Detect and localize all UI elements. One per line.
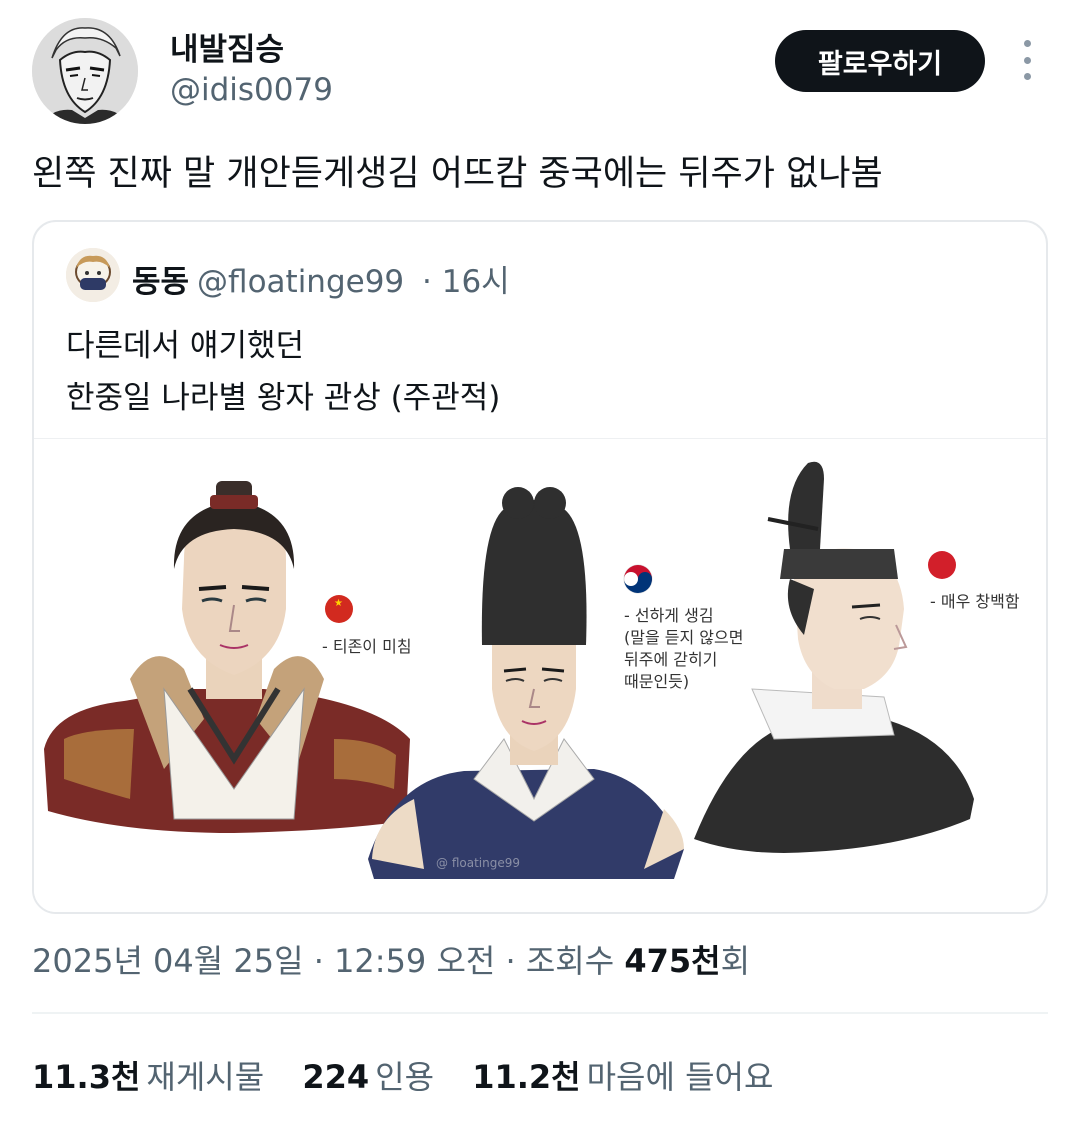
- author-handle[interactable]: @idis0079: [170, 72, 333, 108]
- princes-illustration: ★ - 티존이 미침 - 선하게 생김 (말을 듣지 않으면 뒤주에 갇히기 때…: [34, 439, 1046, 912]
- svg-text:★: ★: [334, 598, 343, 609]
- japan-label: - 매우 창백함: [930, 592, 1020, 611]
- follow-button[interactable]: 팔로우하기: [775, 30, 985, 92]
- quoted-tweet-line: 다른데서 얘기했던: [66, 328, 305, 364]
- retweets-label: 재게시물: [146, 1058, 265, 1096]
- quoted-author-avatar[interactable]: [66, 248, 120, 302]
- likes-stat[interactable]: 11.2천 마음에 들어요: [472, 1058, 773, 1096]
- korea-label-line: 때문인듯): [624, 672, 689, 691]
- quoted-tweet-line: 한중일 나라별 왕자 관상 (주관적): [66, 380, 501, 416]
- author-name[interactable]: 내발짐승: [170, 24, 284, 69]
- quoted-tweet-text: 다른데서 얘기했던 한중일 나라별 왕자 관상 (주관적): [66, 320, 500, 424]
- more-dot: [1023, 73, 1031, 80]
- quotes-count: 224: [302, 1058, 370, 1096]
- quoted-tweet-image[interactable]: ★ - 티존이 미침 - 선하게 생김 (말을 듣지 않으면 뒤주에 갇히기 때…: [34, 438, 1046, 912]
- quoted-tweet-card[interactable]: 동동 @floatinge99 · 16시 다른데서 얘기했던 한중일 나라별 왕…: [32, 220, 1048, 914]
- views-prefix: 조회수: [525, 942, 625, 980]
- likes-label: 마음에 들어요: [586, 1058, 774, 1096]
- tweet-timestamp: 2025년 04월 25일 · 12:59 오전 · 조회수 475천회: [32, 936, 750, 982]
- tweet-time[interactable]: 12:59 오전: [334, 942, 495, 980]
- quotes-stat[interactable]: 224 인용: [302, 1058, 434, 1096]
- more-dot: [1023, 40, 1031, 47]
- views-count[interactable]: 475천: [624, 942, 720, 980]
- quoted-tweet-time: · 16시: [422, 264, 510, 300]
- more-dot: [1023, 56, 1031, 64]
- quoted-tweet-meta: 동동 @floatinge99 · 16시: [132, 256, 510, 301]
- artist-signature: @ floatinge99: [436, 856, 520, 870]
- korea-label-line: - 선하게 생김: [624, 606, 714, 625]
- engagement-stats: 11.3천 재게시물 224 인용 11.2천 마음에 들어요: [32, 1052, 801, 1098]
- separator-dot: ·: [303, 942, 335, 980]
- retweets-stat[interactable]: 11.3천 재게시물: [32, 1058, 264, 1096]
- quoted-author-name[interactable]: 동동: [132, 264, 189, 300]
- likes-count: 11.2천: [472, 1058, 581, 1096]
- tweet-text: 왼쪽 진짜 말 개안듣게생김 어뜨캄 중국에는 뒤주가 없나봄: [32, 154, 883, 194]
- retweets-count: 11.3천: [32, 1058, 141, 1096]
- quotes-label: 인용: [375, 1058, 435, 1096]
- separator-dot: ·: [495, 942, 526, 980]
- korea-label-line: (말을 듣지 않으면: [624, 628, 743, 647]
- quoted-author-handle[interactable]: @floatinge99: [197, 264, 404, 300]
- divider: [32, 1012, 1048, 1014]
- views-suffix: 회: [720, 942, 751, 980]
- quoted-avatar-image: [66, 248, 120, 302]
- tweet-date[interactable]: 2025년 04월 25일: [32, 942, 304, 980]
- tweet-header: 내발짐승 @idis0079 팔로우하기: [0, 0, 1080, 140]
- author-avatar[interactable]: [32, 18, 138, 124]
- author-avatar-image: [32, 18, 138, 124]
- more-options-icon[interactable]: [1014, 40, 1040, 80]
- china-label: - 티존이 미침: [322, 637, 412, 656]
- korea-label-line: 뒤주에 갇히기: [624, 650, 717, 669]
